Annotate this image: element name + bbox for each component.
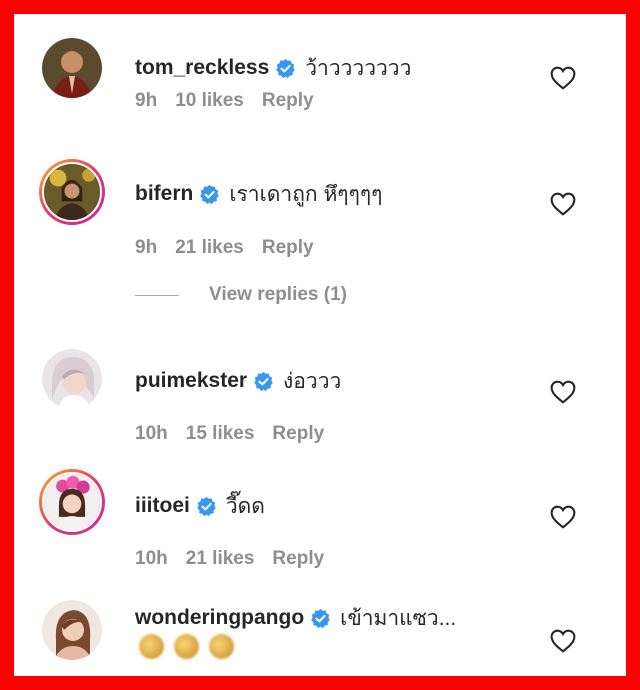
timestamp: 9h bbox=[135, 90, 158, 111]
reply-button[interactable]: Reply bbox=[272, 548, 324, 570]
username[interactable]: puimekster bbox=[135, 369, 247, 393]
likes-count[interactable]: 21 likes bbox=[186, 548, 255, 570]
avatar-story-ring bbox=[42, 162, 102, 222]
comment-line: wonderingpango เข้ามาแซว... bbox=[135, 602, 456, 634]
comment-text: เราเดาถูก หึๆๆๆๆ bbox=[229, 182, 383, 206]
avatar-wonderingpango bbox=[42, 600, 102, 660]
comment-text: วี๊ดด bbox=[225, 494, 265, 518]
likes-count[interactable]: 15 likes bbox=[186, 423, 255, 445]
verified-badge-icon bbox=[254, 371, 273, 391]
comment-line: tom_reckless ว้าววววววว bbox=[135, 52, 411, 84]
reply-button[interactable]: Reply bbox=[262, 90, 314, 112]
avatar-puimekster bbox=[42, 349, 102, 409]
heart-icon[interactable] bbox=[550, 380, 576, 404]
avatar[interactable] bbox=[42, 38, 102, 98]
timestamp: 10h bbox=[135, 548, 168, 569]
username[interactable]: wonderingpango bbox=[135, 606, 304, 630]
emoji-icon bbox=[174, 634, 199, 659]
avatar[interactable] bbox=[42, 349, 102, 409]
username[interactable]: iiitoei bbox=[135, 494, 190, 518]
verified-badge-icon bbox=[200, 184, 220, 204]
comment-line: bifern เราเดาถูก หึๆๆๆๆ bbox=[135, 178, 382, 210]
timestamp: 10h bbox=[135, 423, 168, 444]
heart-icon[interactable] bbox=[550, 192, 576, 216]
view-replies-label: View replies (1) bbox=[209, 284, 347, 305]
username[interactable]: bifern bbox=[135, 182, 193, 206]
comment-meta: 9h 21 likes Reply bbox=[135, 237, 314, 259]
avatar-story-ring bbox=[42, 472, 102, 532]
timestamp: 9h bbox=[135, 237, 158, 258]
avatar-tom-reckless bbox=[42, 38, 102, 98]
avatar-bifern bbox=[44, 164, 100, 220]
blurred-emoji-row bbox=[139, 634, 234, 659]
avatar[interactable] bbox=[42, 600, 102, 660]
comment-text: ว้าววววววว bbox=[305, 56, 412, 80]
reply-button[interactable]: Reply bbox=[262, 237, 314, 259]
comment-line: iiitoei วี๊ดด bbox=[135, 490, 265, 522]
replies-divider bbox=[135, 294, 179, 296]
heart-icon[interactable] bbox=[550, 629, 576, 653]
heart-icon[interactable] bbox=[550, 66, 576, 90]
heart-icon[interactable] bbox=[550, 505, 576, 529]
view-replies-button[interactable]: View replies (1) bbox=[135, 284, 347, 306]
comment-meta: 10h 15 likes Reply bbox=[135, 423, 324, 445]
likes-count[interactable]: 21 likes bbox=[175, 237, 244, 259]
comments-panel: tom_reckless ว้าววววววว 9h 10 likes Repl… bbox=[14, 14, 626, 676]
verified-badge-icon bbox=[276, 58, 296, 78]
emoji-icon bbox=[139, 634, 164, 659]
comment-text: เข้ามาแซว... bbox=[340, 606, 457, 630]
verified-badge-icon bbox=[311, 608, 330, 628]
avatar-iiitoei bbox=[44, 474, 100, 530]
comment-meta: 10h 21 likes Reply bbox=[135, 548, 324, 570]
emoji-icon bbox=[209, 634, 234, 659]
avatar[interactable] bbox=[39, 469, 105, 535]
comment-line: puimekster ง่อววว bbox=[135, 365, 341, 397]
reply-button[interactable]: Reply bbox=[272, 423, 324, 445]
verified-badge-icon bbox=[197, 496, 216, 516]
username[interactable]: tom_reckless bbox=[135, 56, 269, 80]
likes-count[interactable]: 10 likes bbox=[175, 90, 244, 112]
comment-meta: 9h 10 likes Reply bbox=[135, 90, 314, 112]
avatar[interactable] bbox=[39, 159, 105, 225]
comment-text: ง่อววว bbox=[283, 369, 342, 393]
